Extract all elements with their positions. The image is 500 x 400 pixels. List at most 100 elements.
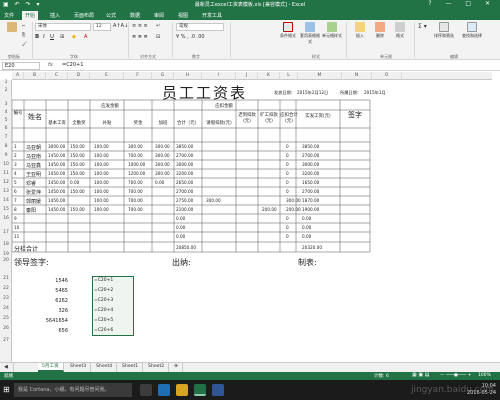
cell-actual[interactable]: 2700.00 xyxy=(302,189,319,194)
cell-base[interactable]: 1450.00 xyxy=(48,171,65,176)
tab-file[interactable]: 文件 xyxy=(4,12,14,19)
row-header[interactable]: 3 xyxy=(0,102,12,107)
table-format-button[interactable]: 套用表格格式 xyxy=(300,22,320,45)
cell-name[interactable]: 张爱萍 xyxy=(26,189,41,196)
tab-view[interactable]: 视图 xyxy=(178,12,188,19)
edge-icon[interactable] xyxy=(158,384,170,396)
cell-total[interactable]: 2700.00 xyxy=(176,189,193,194)
cell-actual[interactable]: 3200.00 xyxy=(302,171,319,176)
row-header[interactable]: 26 xyxy=(0,326,12,331)
formula-cell[interactable]: =C20+1 xyxy=(94,278,113,283)
cell-actual[interactable]: 1870.00 xyxy=(302,198,319,203)
cell-allowance[interactable]: 150.00 xyxy=(70,153,85,158)
tab-formulas[interactable]: 公式 xyxy=(106,12,116,19)
sheet-tab-sheet4[interactable]: Sheet4 xyxy=(92,363,118,372)
window-controls[interactable]: ? — □ ✕ xyxy=(428,0,496,7)
grow-font-icon[interactable]: A↑A↓ xyxy=(113,23,128,29)
excel-taskbar-icon[interactable] xyxy=(194,384,206,396)
cell-base[interactable]: 1450.00 xyxy=(48,153,65,158)
column-header[interactable]: J xyxy=(236,72,258,80)
column-header[interactable]: E xyxy=(90,72,124,80)
row-header[interactable]: 13 xyxy=(0,189,12,194)
row-header[interactable]: 24 xyxy=(0,306,12,311)
formula-cell[interactable]: =C20+4 xyxy=(94,308,113,313)
cell-total[interactable]: 0.00 xyxy=(176,234,185,239)
cell-no[interactable]: 5 xyxy=(14,180,17,185)
row-header[interactable]: 14 xyxy=(0,198,12,203)
column-header[interactable]: C xyxy=(46,72,68,80)
number-cell[interactable]: 656 xyxy=(34,328,68,334)
cell-allowance[interactable]: 150.00 xyxy=(70,171,85,176)
fill-color-icon[interactable]: ◆ xyxy=(72,34,76,40)
italic-icon[interactable]: I xyxy=(43,34,45,40)
cell-actual[interactable]: 1900.00 xyxy=(302,207,319,212)
cell-subsidy[interactable]: 100.00 xyxy=(94,207,109,212)
delete-cells-button[interactable]: 删除 xyxy=(370,22,390,39)
zoom-slider[interactable]: — ───●─── + xyxy=(440,373,471,378)
cell-total[interactable]: 3000.00 xyxy=(176,162,193,167)
tab-insert[interactable]: 插入 xyxy=(50,12,60,19)
cell-deduct[interactable]: 0 xyxy=(286,234,289,239)
cell-subsidy[interactable]: 100.00 xyxy=(94,162,109,167)
cell-deduct[interactable]: 0 xyxy=(286,225,289,230)
sheet-tab-sheet1[interactable]: Sheet1 xyxy=(118,363,144,372)
row-header[interactable]: 5 xyxy=(0,118,12,123)
paste-button[interactable] xyxy=(2,22,22,33)
cut-icon[interactable]: ✂ xyxy=(22,23,25,28)
cell-subsidy[interactable]: 100.00 xyxy=(94,198,109,203)
cell-actual[interactable]: 3850.00 xyxy=(302,144,319,149)
cell-no[interactable]: 8 xyxy=(14,207,17,212)
cell-overtime[interactable]: 300.00 xyxy=(155,153,170,158)
find-select-button[interactable]: 查找和选择 xyxy=(462,22,482,39)
column-header[interactable]: A xyxy=(12,72,24,80)
cell-allowance[interactable]: 0.00 xyxy=(70,180,79,185)
font-size-select[interactable]: 12 xyxy=(93,23,111,31)
task-view-icon[interactable] xyxy=(140,384,152,396)
app-icon[interactable] xyxy=(212,384,224,396)
row-header[interactable]: 10 xyxy=(0,162,12,167)
row-header[interactable]: 22 xyxy=(0,286,12,291)
cell-actual[interactable]: 0.00 xyxy=(302,216,311,221)
row-header[interactable]: 6 xyxy=(0,126,12,131)
zoom-level[interactable]: 100% xyxy=(478,373,491,378)
insert-function-icon[interactable]: fx xyxy=(48,62,53,68)
cell-overtime[interactable]: 300.00 xyxy=(155,171,170,176)
row-header[interactable]: 23 xyxy=(0,296,12,301)
formula-cell[interactable]: =C20+2 xyxy=(94,288,113,293)
cell-overtime[interactable]: 300.00 xyxy=(155,144,170,149)
cell-subsidy[interactable]: 100.00 xyxy=(94,171,109,176)
row-header[interactable]: 16 xyxy=(0,216,12,221)
cell-actual[interactable]: 1650.00 xyxy=(302,180,319,185)
cell-bonus[interactable]: 700.00 xyxy=(128,180,143,185)
cell-no[interactable]: 1 xyxy=(14,144,17,149)
column-header[interactable]: F xyxy=(124,72,152,80)
cell-overtime[interactable]: 300.00 xyxy=(155,162,170,167)
row-header[interactable]: 27 xyxy=(0,338,12,343)
name-box[interactable]: E20 xyxy=(2,62,40,70)
cell-allowance[interactable]: 150.00 xyxy=(70,189,85,194)
tab-home[interactable]: 开始 xyxy=(22,11,39,20)
cell-deduct[interactable]: 300.00 xyxy=(286,198,301,203)
autosum-icon[interactable]: Σ ▾ xyxy=(418,23,427,30)
cell-total[interactable]: 2750.00 xyxy=(176,198,193,203)
cell-name[interactable]: 郭丽媛 xyxy=(26,198,41,205)
cell-name[interactable]: 秦阳 xyxy=(26,207,36,214)
cell-base[interactable]: 1450.00 xyxy=(48,162,65,167)
row-header[interactable]: 18 xyxy=(0,242,12,247)
column-header[interactable]: G xyxy=(152,72,174,80)
merge-center-icon[interactable]: ⊟ xyxy=(156,34,160,40)
cortana-search-box[interactable]: 我是 Cortana，小娜。有问题尽管问我。 xyxy=(14,383,132,397)
format-cells-button[interactable]: 格式 xyxy=(390,22,410,39)
column-header[interactable]: D xyxy=(68,72,90,80)
row-header[interactable]: 25 xyxy=(0,316,12,321)
column-header[interactable]: L xyxy=(280,72,298,80)
cell-no[interactable]: 6 xyxy=(14,189,17,194)
cell-subsidy[interactable]: 100.00 xyxy=(94,153,109,158)
cell-leave[interactable]: 300.00 xyxy=(206,198,221,203)
font-color-icon[interactable]: A xyxy=(84,34,87,40)
cell-no[interactable]: 3 xyxy=(14,162,17,167)
row-header[interactable]: 20 xyxy=(0,258,12,263)
column-header[interactable]: I xyxy=(202,72,236,80)
cell-no[interactable]: 9 xyxy=(14,216,17,221)
add-sheet-button[interactable]: ⊕ xyxy=(170,363,183,372)
